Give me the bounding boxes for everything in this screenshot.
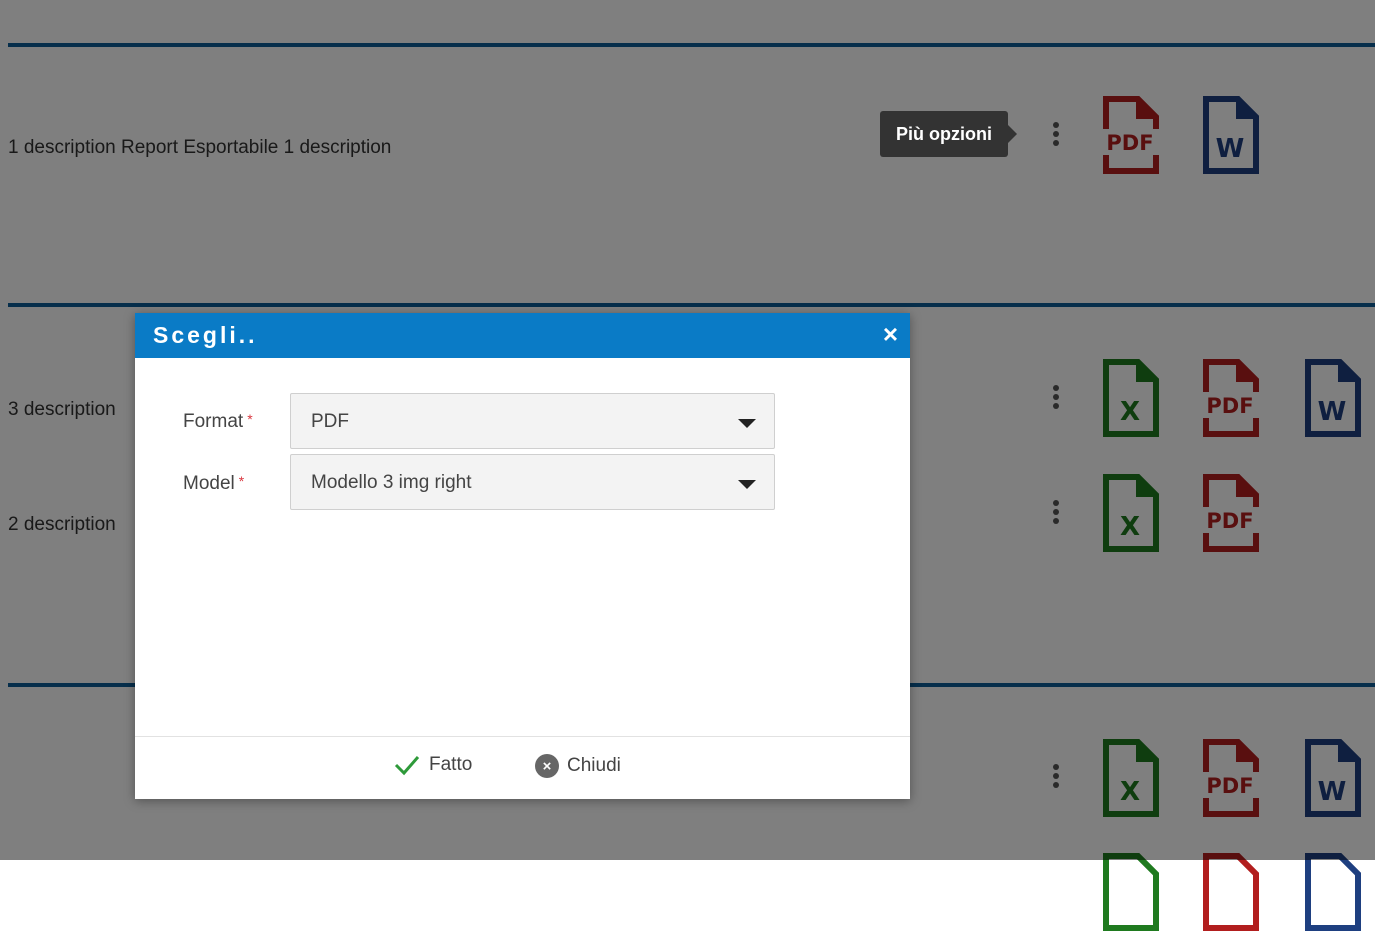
done-button[interactable]: Fatto — [393, 754, 472, 776]
format-select-value: PDF — [311, 411, 349, 432]
close-circle-icon: × — [535, 754, 559, 778]
more-options-tooltip: Più opzioni — [880, 111, 1017, 157]
chevron-down-icon — [738, 480, 756, 489]
model-label: Model * — [183, 473, 245, 494]
model-select[interactable]: Modello 3 img right — [290, 454, 775, 510]
close-button[interactable]: × Chiudi — [535, 754, 621, 778]
dialog-footer: Fatto × Chiudi — [135, 736, 910, 799]
format-label: Format * — [183, 411, 253, 432]
dialog-title: Scegli.. — [153, 322, 258, 348]
dialog-header: Scegli.. × — [135, 313, 910, 358]
check-icon — [394, 756, 420, 776]
close-icon[interactable]: × — [883, 321, 898, 347]
excel-export-icon[interactable] — [1100, 852, 1160, 932]
chevron-down-icon — [738, 419, 756, 428]
choose-dialog: Scegli.. × Format * PDF Model * Modello 3 … — [135, 313, 910, 799]
pdf-export-icon[interactable] — [1200, 852, 1260, 932]
word-export-icon[interactable] — [1302, 852, 1362, 932]
model-select-value: Modello 3 img right — [311, 472, 472, 493]
format-select[interactable]: PDF — [290, 393, 775, 449]
